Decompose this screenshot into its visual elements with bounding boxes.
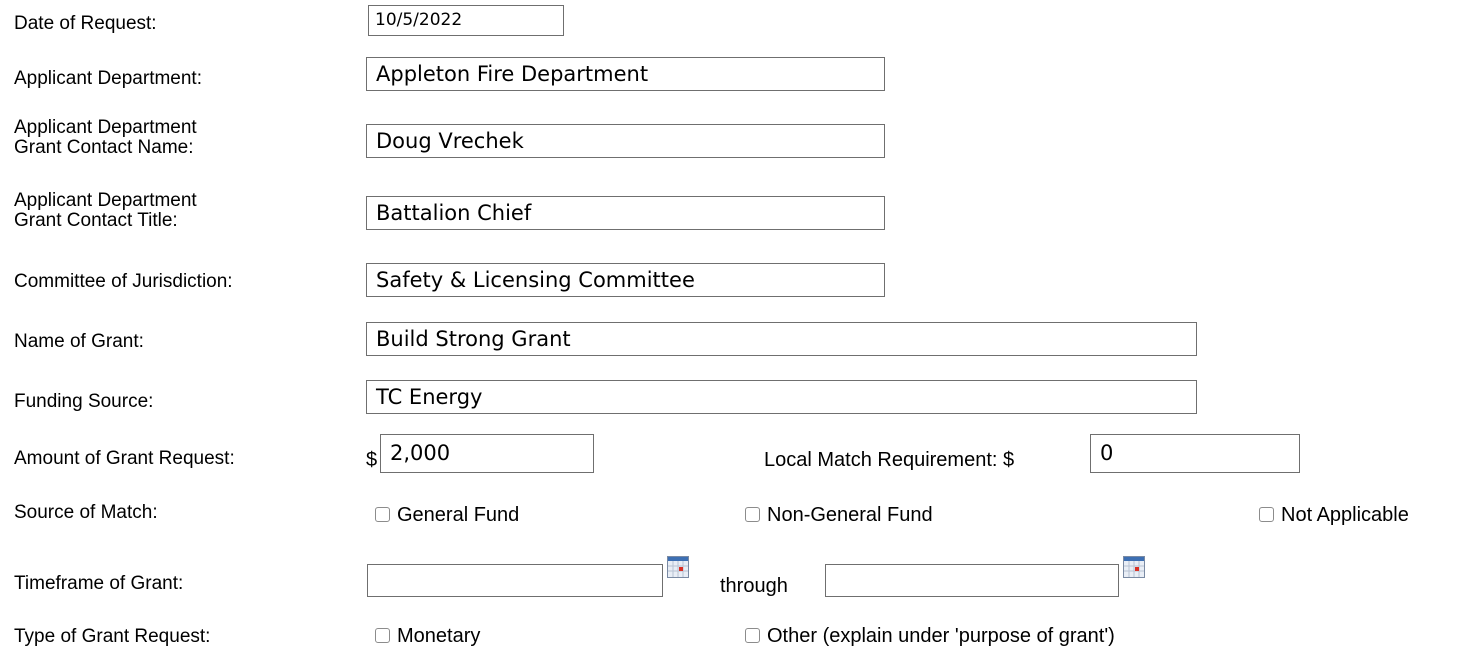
funding-source-input[interactable]: TC Energy <box>366 380 1197 414</box>
non-general-fund-label: Non-General Fund <box>767 504 933 526</box>
timeframe-start-input[interactable] <box>367 564 663 597</box>
funding-source-label: Funding Source: <box>14 391 154 412</box>
grant-name-input[interactable]: Build Strong Grant <box>366 322 1197 356</box>
start-calendar-icon[interactable] <box>667 556 689 578</box>
grant-name-label: Name of Grant: <box>14 331 144 352</box>
applicant-department-label: Applicant Department: <box>14 68 202 89</box>
committee-input[interactable]: Safety & Licensing Committee <box>366 263 885 297</box>
general-fund-label: General Fund <box>397 504 520 526</box>
committee-label: Committee of Jurisdiction: <box>14 271 233 292</box>
not-applicable-checkbox[interactable] <box>1259 507 1274 522</box>
applicant-department-input[interactable]: Appleton Fire Department <box>366 57 885 91</box>
local-match-input[interactable]: 0 <box>1090 434 1300 473</box>
general-fund-option[interactable]: General Fund <box>375 504 519 527</box>
amount-label: Amount of Grant Request: <box>14 448 235 469</box>
end-calendar-icon[interactable] <box>1123 556 1145 578</box>
amount-input[interactable]: 2,000 <box>380 434 594 473</box>
other-label: Other (explain under 'purpose of grant') <box>767 625 1115 647</box>
amount-currency-symbol: $ <box>366 449 378 471</box>
source-of-match-label: Source of Match: <box>14 502 158 523</box>
non-general-fund-checkbox[interactable] <box>745 507 760 522</box>
not-applicable-label: Not Applicable <box>1281 504 1409 526</box>
monetary-label: Monetary <box>397 625 481 647</box>
contact-name-label-line2: Grant Contact Name: <box>14 137 194 158</box>
date-of-request-input[interactable]: 10/5/2022 <box>368 5 564 36</box>
contact-name-label-line1: Applicant Department <box>14 117 197 138</box>
other-checkbox[interactable] <box>745 628 760 643</box>
monetary-option[interactable]: Monetary <box>375 625 480 648</box>
general-fund-checkbox[interactable] <box>375 507 390 522</box>
other-option[interactable]: Other (explain under 'purpose of grant') <box>745 625 1115 648</box>
contact-name-input[interactable]: Doug Vrechek <box>366 124 885 158</box>
grant-type-label: Type of Grant Request: <box>14 626 211 647</box>
non-general-fund-option[interactable]: Non-General Fund <box>745 504 933 527</box>
timeframe-label: Timeframe of Grant: <box>14 573 184 594</box>
through-label: through <box>720 575 788 597</box>
not-applicable-option[interactable]: Not Applicable <box>1259 504 1409 527</box>
monetary-checkbox[interactable] <box>375 628 390 643</box>
contact-title-input[interactable]: Battalion Chief <box>366 196 885 230</box>
timeframe-end-input[interactable] <box>825 564 1119 597</box>
contact-title-label-line2: Grant Contact Title: <box>14 210 178 231</box>
date-of-request-label: Date of Request: <box>14 13 157 34</box>
local-match-label: Local Match Requirement: $ <box>764 449 1015 471</box>
contact-title-label-line1: Applicant Department <box>14 190 197 211</box>
